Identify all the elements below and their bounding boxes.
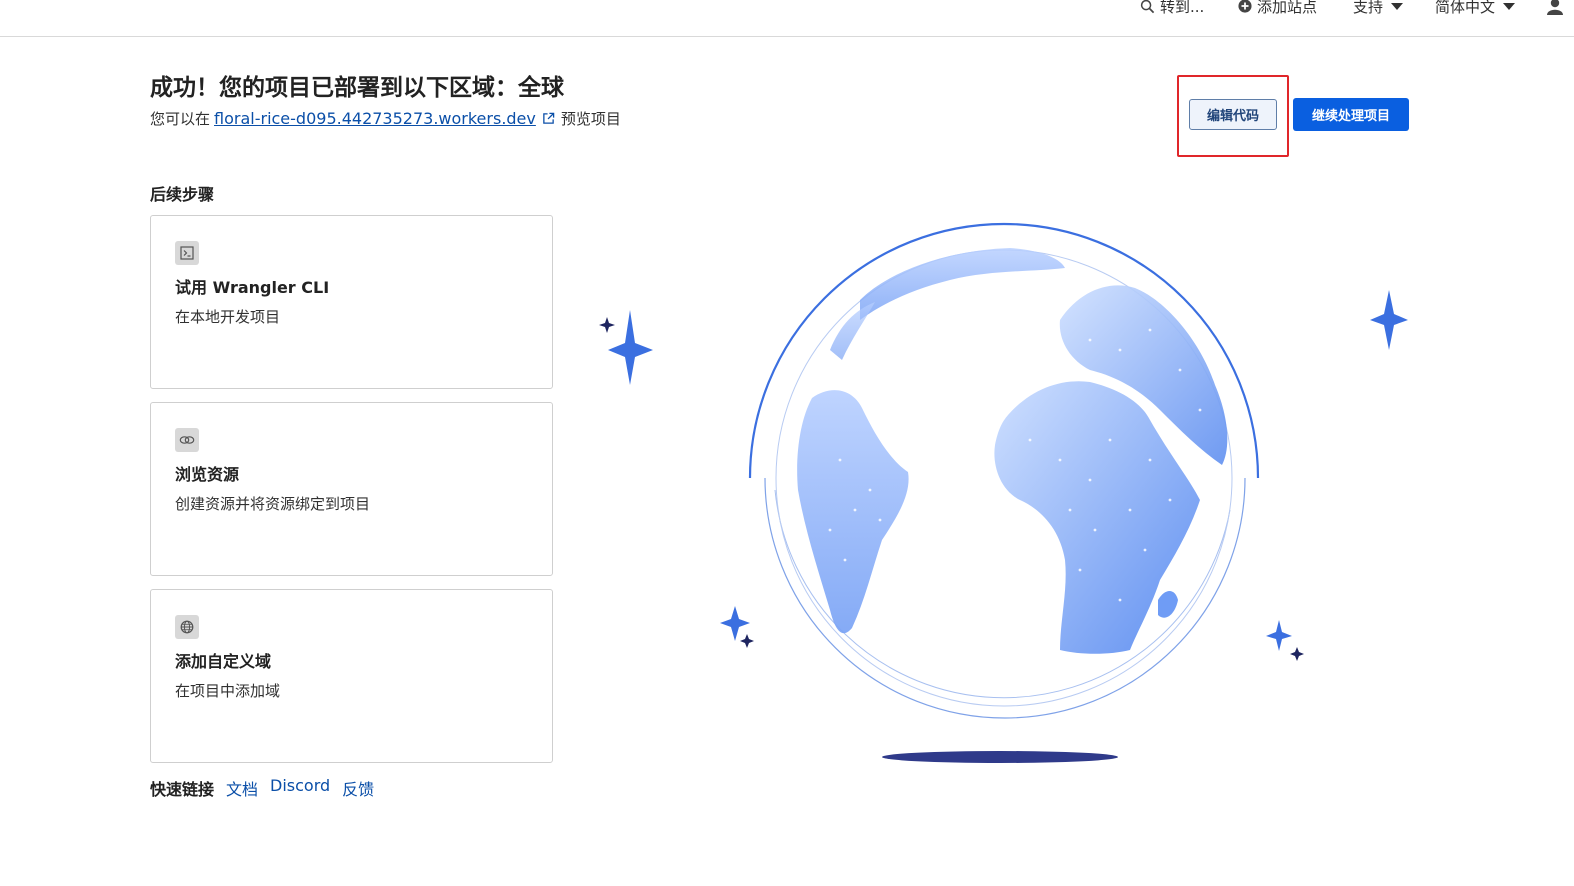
card-description: 创建资源并将资源绑定到项目 [175, 495, 371, 513]
user-icon [1547, 0, 1563, 15]
external-link-icon[interactable] [542, 112, 555, 125]
landmass-north [860, 248, 1065, 320]
sparkle-icon [1370, 290, 1408, 350]
sparkle-icon [608, 310, 653, 385]
preview-prefix: 您可以在 [150, 110, 211, 128]
search-icon [1140, 0, 1155, 13]
add-site-button[interactable]: 添加站点 [1238, 0, 1317, 18]
language-dropdown[interactable]: 简体中文 [1435, 0, 1516, 18]
sparkle-icon [599, 317, 615, 333]
user-menu[interactable] [1546, 0, 1564, 18]
sparkle-icon [1266, 620, 1292, 651]
search-goto-label: 转到... [1160, 0, 1205, 16]
edit-code-button[interactable]: 编辑代码 [1189, 99, 1277, 130]
card-wrangler-cli[interactable]: 试用 Wrangler CLI 在本地开发项目 [150, 215, 553, 389]
quick-links: 快速链接 文档 Discord 反馈 [150, 776, 374, 800]
preview-suffix: 预览项目 [560, 110, 621, 128]
terminal-icon [175, 241, 199, 265]
globe-icon [175, 615, 199, 639]
link-icon [175, 428, 199, 452]
quick-link-docs[interactable]: 文档 [226, 776, 258, 800]
search-goto[interactable]: 转到... [1140, 0, 1204, 18]
chevron-down-icon [1503, 2, 1516, 10]
quick-link-feedback[interactable]: 反馈 [342, 776, 374, 800]
chevron-down-icon [1391, 2, 1404, 10]
language-label: 简体中文 [1435, 0, 1496, 16]
card-custom-domain[interactable]: 添加自定义域 在项目中添加域 [150, 589, 553, 763]
card-title: 浏览资源 [175, 465, 240, 484]
card-title: 添加自定义域 [175, 652, 272, 671]
preview-url-link[interactable]: floral-rice-d095.442735273.workers.dev [214, 109, 536, 128]
page-title: 成功！您的项目已部署到以下区域：全球 [150, 75, 564, 101]
support-label: 支持 [1353, 0, 1384, 16]
card-description: 在项目中添加域 [175, 682, 281, 700]
next-steps-title: 后续步骤 [150, 185, 215, 204]
globe-illustration [590, 210, 1420, 780]
sparkle-icon [1290, 647, 1304, 661]
add-site-label: 添加站点 [1257, 0, 1318, 16]
continue-project-button[interactable]: 继续处理项目 [1293, 98, 1409, 131]
card-description: 在本地开发项目 [175, 308, 281, 326]
quick-link-discord[interactable]: Discord [270, 776, 330, 800]
card-title: 试用 Wrangler CLI [175, 278, 330, 297]
support-dropdown[interactable]: 支持 [1353, 0, 1404, 18]
top-navigation-bar: 转到... 添加站点 支持 简体中文 [0, 0, 1574, 37]
preview-line: 您可以在 floral-rice-d095.442735273.workers.… [150, 108, 621, 129]
card-browse-resources[interactable]: 浏览资源 创建资源并将资源绑定到项目 [150, 402, 553, 576]
quick-links-label: 快速链接 [150, 780, 215, 799]
globe-shadow [882, 751, 1118, 763]
sparkle-icon [720, 606, 750, 641]
sparkle-icon [740, 634, 754, 648]
plus-circle-icon [1238, 0, 1252, 13]
